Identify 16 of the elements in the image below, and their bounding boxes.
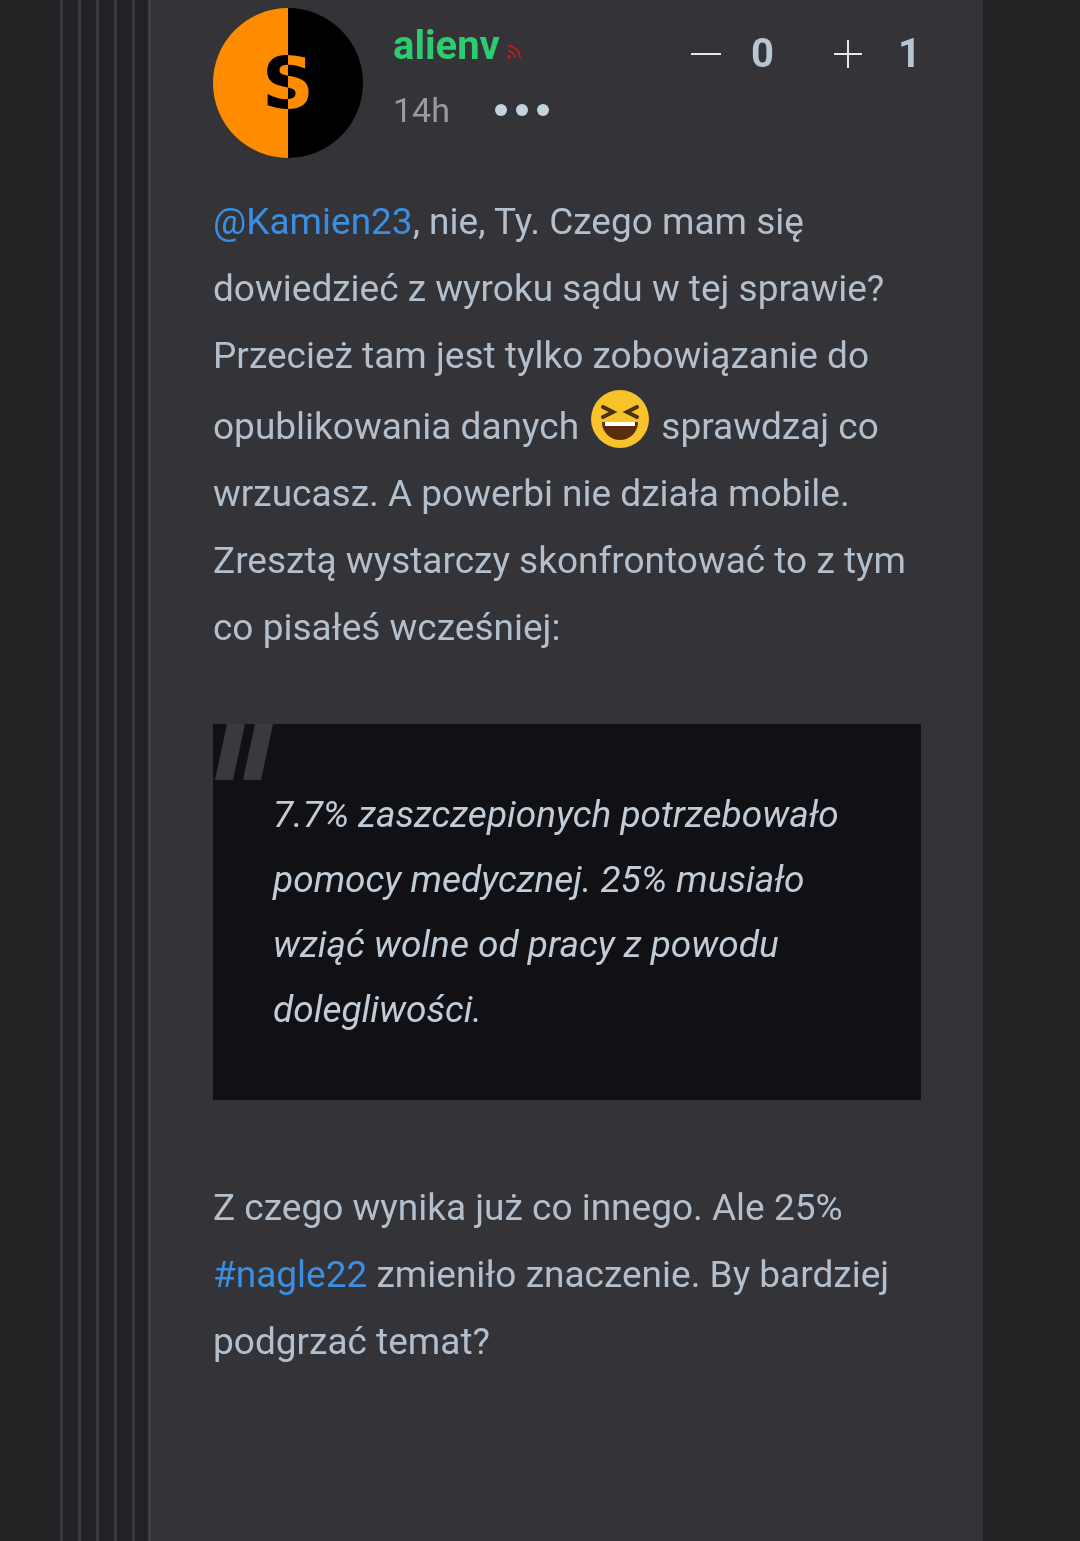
plus-icon[interactable]	[834, 40, 863, 68]
user-mention-link[interactable]: @Kamien23	[213, 200, 413, 243]
minus-icon[interactable]	[691, 52, 722, 56]
downvote-count: 0	[751, 30, 775, 78]
post-time: 14h	[393, 90, 450, 130]
username-link[interactable]: alienv	[393, 22, 500, 70]
comment-paragraph: Z czego wynika już co innego. Ale 25% #nagle22 zmieniło znaczenie. By bardziej podgrzać temat?	[213, 1185, 891, 1365]
avatar[interactable]: S	[213, 8, 363, 158]
comment-paragraph: @Kamien23, nie, Ty. Czego mam się dowiedzieć z wyroku sądu w tej sprawie? Przecież tam jest tylko zobowiązanie do opublikowania danych sprawdzaj co wrzucasz. A powerbi nie działa mobile. Zresztą wystarczy skonfrontować to z tym co pisałeś wcześniej:	[213, 199, 907, 651]
hashtag-link[interactable]: #nagle22	[213, 1253, 368, 1296]
upvote-count: 1	[898, 30, 921, 78]
laughing-emoji-icon	[590, 389, 651, 449]
quote-text: 7.7% zaszczepionych potrzebowało pomocy medycznej. 25% musiało wziąć wolne od pracy z powodu dolegliwości.	[273, 792, 840, 1033]
more-icon[interactable]	[493, 103, 550, 117]
quote-mark-icon	[213, 724, 273, 780]
rss-icon	[505, 42, 524, 60]
